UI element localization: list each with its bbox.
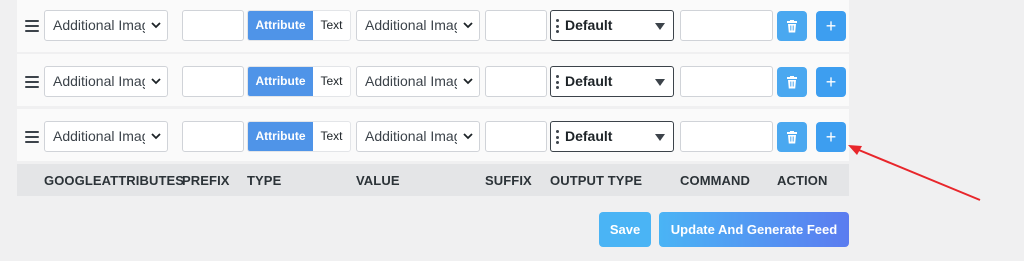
delete-row-button[interactable] — [777, 122, 807, 152]
google-attribute-value: Additional Imag — [53, 73, 145, 89]
header-type: TYPE — [247, 173, 282, 188]
google-attribute-value: Additional Imag — [53, 128, 145, 144]
type-text-button[interactable]: Text — [313, 11, 350, 40]
plus-icon: + — [825, 72, 837, 92]
header-command: COMMAND — [680, 173, 751, 188]
prefix-input[interactable] — [182, 10, 244, 41]
output-type-select[interactable]: Default — [550, 121, 674, 152]
command-input[interactable] — [680, 121, 773, 152]
dropdown-arrow-icon — [655, 134, 665, 141]
plus-icon: + — [825, 127, 837, 147]
value-select[interactable]: Additional Imag — [356, 66, 480, 97]
type-attribute-button[interactable]: Attribute — [248, 11, 313, 40]
chevron-down-icon — [151, 133, 161, 140]
plus-icon: + — [825, 16, 837, 36]
dropdown-arrow-icon — [655, 79, 665, 86]
table-header: GOOGLEATTRIBUTES PREFIX TYPE VALUE SUFFI… — [17, 164, 849, 196]
type-toggle: Attribute Text — [247, 10, 351, 41]
dropdown-arrow-icon — [655, 23, 665, 30]
mapping-row: Additional Imag Attribute Text Additiona… — [17, 109, 849, 161]
delete-row-button[interactable] — [777, 67, 807, 97]
command-input[interactable] — [680, 10, 773, 41]
output-type-value: Default — [565, 128, 613, 144]
header-value: VALUE — [356, 173, 400, 188]
drag-handle-icon[interactable] — [25, 131, 39, 143]
header-prefix: PREFIX — [182, 173, 230, 188]
output-type-select[interactable]: Default — [550, 10, 674, 41]
trash-icon — [787, 130, 797, 143]
google-attribute-value: Additional Imag — [53, 17, 145, 33]
drag-handle-icon[interactable] — [25, 76, 39, 88]
chevron-down-icon — [151, 78, 161, 85]
trash-icon — [787, 19, 797, 32]
prefix-input[interactable] — [182, 66, 244, 97]
add-row-button[interactable]: + — [816, 11, 846, 41]
add-row-button[interactable]: + — [816, 67, 846, 97]
prefix-input[interactable] — [182, 121, 244, 152]
chevron-down-icon — [151, 22, 161, 29]
value-select-value: Additional Imag — [365, 73, 457, 89]
value-select-value: Additional Imag — [365, 128, 457, 144]
chevron-down-icon — [463, 78, 473, 85]
drag-dots-icon — [556, 19, 559, 33]
google-attribute-select[interactable]: Additional Imag — [44, 121, 168, 152]
update-and-generate-feed-button[interactable]: Update And Generate Feed — [659, 212, 849, 247]
chevron-down-icon — [463, 22, 473, 29]
header-googleattributes: GOOGLEATTRIBUTES — [44, 173, 185, 188]
drag-handle-icon[interactable] — [25, 20, 39, 32]
save-button[interactable]: Save — [599, 212, 651, 247]
type-attribute-button[interactable]: Attribute — [248, 122, 313, 151]
delete-row-button[interactable] — [777, 11, 807, 41]
drag-dots-icon — [556, 130, 559, 144]
value-select[interactable]: Additional Imag — [356, 121, 480, 152]
chevron-down-icon — [463, 133, 473, 140]
type-toggle: Attribute Text — [247, 121, 351, 152]
header-suffix: SUFFIX — [485, 173, 532, 188]
type-toggle: Attribute Text — [247, 66, 351, 97]
command-input[interactable] — [680, 66, 773, 97]
suffix-input[interactable] — [485, 121, 547, 152]
google-attribute-select[interactable]: Additional Imag — [44, 66, 168, 97]
output-type-select[interactable]: Default — [550, 66, 674, 97]
type-text-button[interactable]: Text — [313, 67, 350, 96]
google-attribute-select[interactable]: Additional Imag — [44, 10, 168, 41]
drag-dots-icon — [556, 75, 559, 89]
attribute-mapping-panel: Additional Imag Attribute Text Additiona… — [17, 0, 849, 196]
header-output-type: OUTPUT TYPE — [550, 173, 643, 188]
value-select[interactable]: Additional Imag — [356, 10, 480, 41]
type-attribute-button[interactable]: Attribute — [248, 67, 313, 96]
mapping-row: Additional Imag Attribute Text Additiona… — [17, 54, 849, 106]
mapping-row: Additional Imag Attribute Text Additiona… — [17, 0, 849, 52]
suffix-input[interactable] — [485, 66, 547, 97]
suffix-input[interactable] — [485, 10, 547, 41]
annotation-arrow — [848, 145, 981, 201]
type-text-button[interactable]: Text — [313, 122, 350, 151]
value-select-value: Additional Imag — [365, 17, 457, 33]
header-action: ACTION — [777, 173, 828, 188]
output-type-value: Default — [565, 73, 613, 89]
trash-icon — [787, 75, 797, 88]
output-type-value: Default — [565, 17, 613, 33]
